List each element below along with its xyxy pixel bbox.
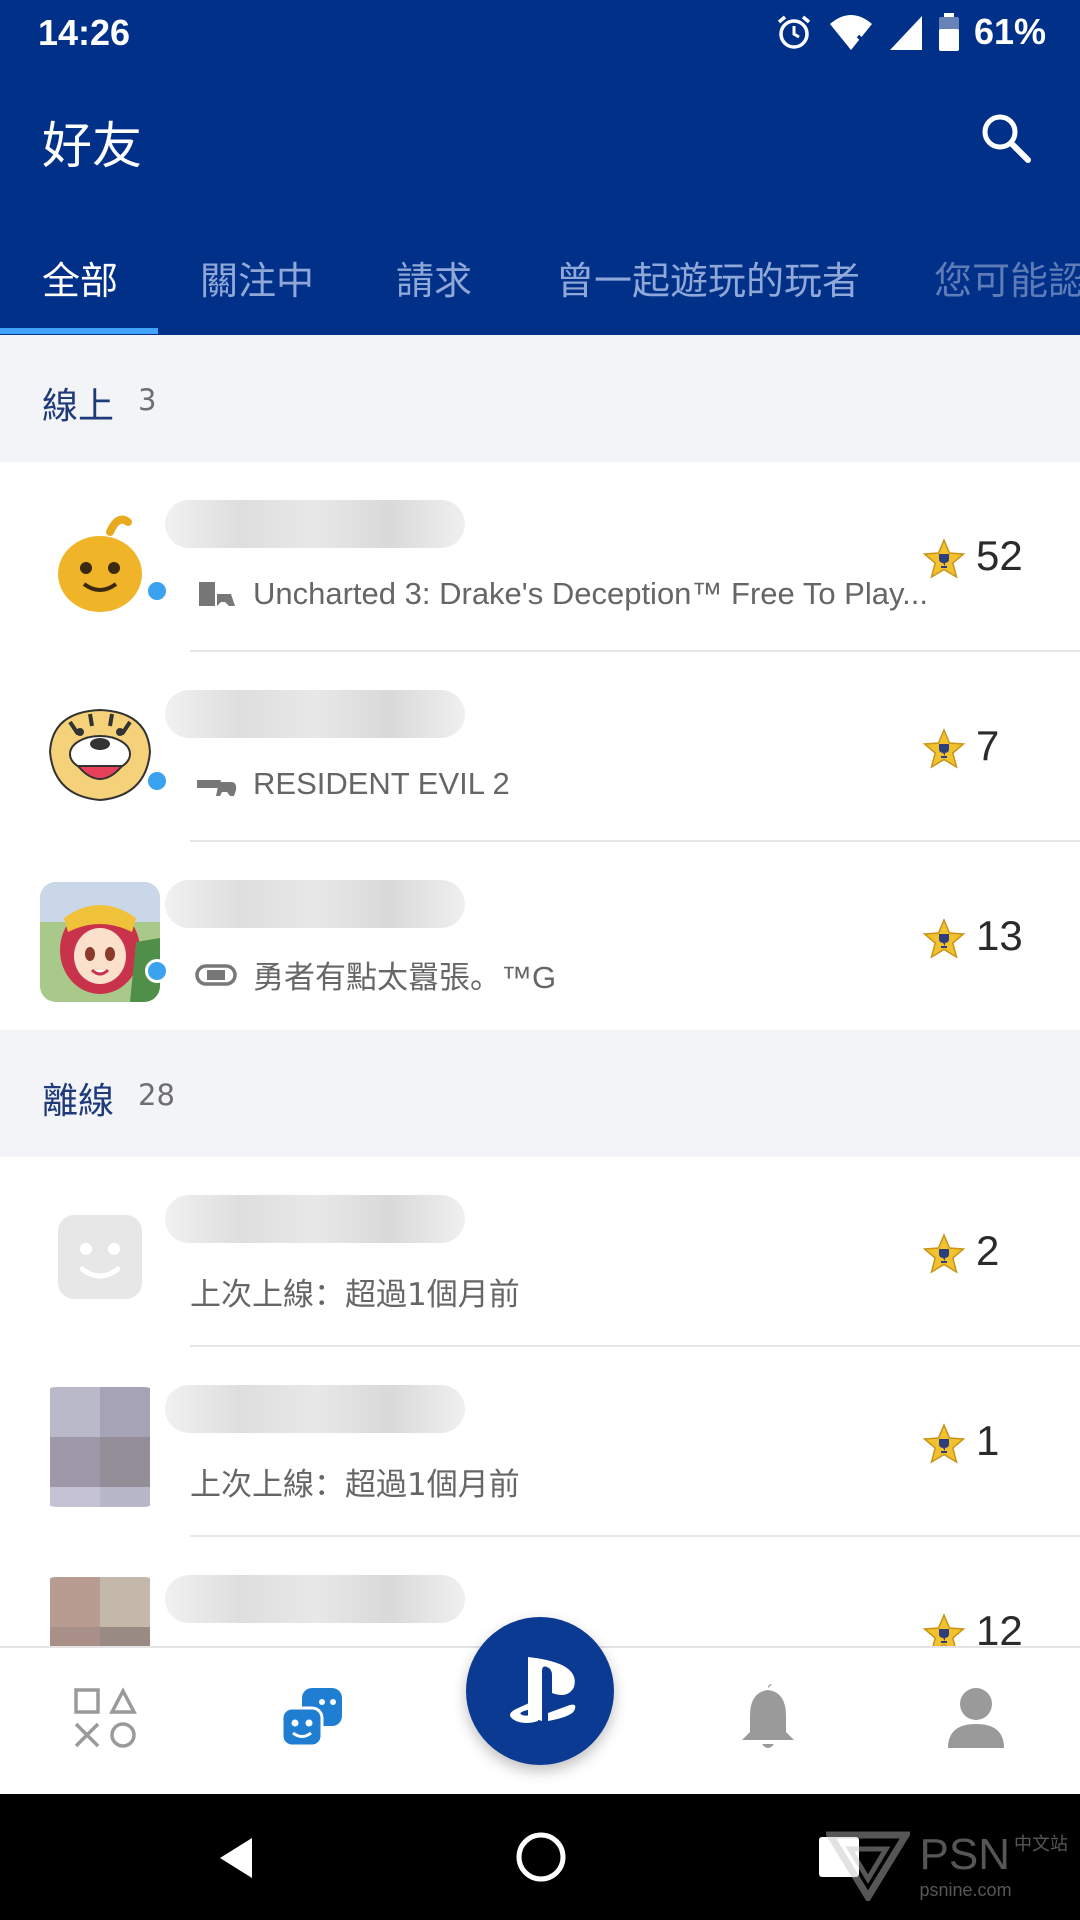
notifications-bell-icon[interactable] [728,1678,808,1758]
tab-bar: 全部 關注中 請求 曾一起遊玩的玩者 您可能認 [0,236,1080,335]
system-navigation-bar: PSN 中文站 psnine.com [0,1794,1080,1920]
trophy-level: 13 [976,912,1023,959]
username-redacted [165,1575,465,1623]
watermark-tag: 中文站 [1014,1834,1068,1854]
online-status-dot [145,959,169,983]
online-status-dot [145,769,169,793]
battery-percentage: 61% [973,11,1046,52]
trophy-level: 1 [976,1417,1000,1464]
trophy-star-icon [922,1423,966,1464]
vita-console-icon [195,964,237,986]
page-title: 好友 [42,117,142,175]
offline-count: 28 [138,1078,175,1112]
now-playing: RESIDENT EVIL 2 [195,762,510,806]
online-label: 線上 [42,386,115,427]
watermark-subtext: psnine.com [919,1880,1012,1900]
friend-row[interactable]: RESIDENT EVIL 2 7 [0,652,1080,842]
profile-icon[interactable] [936,1678,1016,1758]
status-icons: 61% [774,10,1046,54]
online-count: 3 [138,383,157,417]
friend-row[interactable]: Uncharted 3: Drake's Deception™ Free To … [0,462,1080,652]
friends-screen: 14:26 61% 好友 全部 關注中 請求 曾一起遊玩的玩者 您可能認 線上 … [0,0,1080,1920]
avatar [40,882,160,1002]
psnine-logo-icon [825,1831,910,1901]
tab-played-with[interactable]: 曾一起遊玩的玩者 [556,250,860,305]
avatar [40,692,160,812]
online-section-header: 線上 3 [0,335,1080,462]
now-playing: 勇者有點太囂張。™G [195,952,556,996]
playstation-shapes-icon[interactable] [64,1678,144,1758]
friend-row[interactable]: 上次上線：超過1個月前 2 [0,1157,1080,1347]
game-title: Uncharted 3: Drake's Deception™ Free To … [253,576,929,611]
avatar [40,1197,160,1317]
tab-suggested[interactable]: 您可能認 [934,250,1080,305]
friends-icon[interactable] [272,1678,352,1758]
watermark-text: PSN [919,1830,1010,1879]
tab-following[interactable]: 關注中 [200,250,314,305]
watermark: PSN 中文站 psnine.com [825,1830,1068,1901]
back-icon[interactable] [212,1834,260,1882]
home-icon[interactable] [514,1830,568,1884]
ps4-console-icon [197,780,237,796]
username-redacted [165,1195,465,1243]
game-title: 勇者有點太囂張。™G [253,959,557,995]
app-header: 14:26 61% 好友 全部 關注中 請求 曾一起遊玩的玩者 您可能認 [0,0,1080,335]
game-title: RESIDENT EVIL 2 [253,766,510,801]
offline-label: 離線 [42,1081,115,1122]
status-time: 14:26 [38,12,131,53]
username-redacted [165,690,465,738]
playstation-home-button[interactable] [466,1617,614,1765]
trophy-level: 7 [976,722,1000,769]
trophy-star-icon [922,1233,966,1274]
friend-row[interactable]: 上次上線：超過1個月前 1 [0,1347,1080,1537]
ps3-console-icon [199,582,235,606]
online-status-dot [145,579,169,603]
tab-requests[interactable]: 請求 [396,250,472,305]
last-seen: 上次上線：超過1個月前 [190,1467,520,1503]
trophy-star-icon [922,728,966,769]
friend-row[interactable]: 勇者有點太囂張。™G 13 [0,842,1080,1032]
battery-icon [938,13,959,51]
trophy-level: 52 [976,532,1023,579]
username-redacted [165,500,465,548]
avatar [40,502,160,622]
offline-section-header: 離線 28 [0,1030,1080,1157]
alarm-icon [777,15,811,49]
playstation-logo-icon [510,1657,576,1723]
avatar [40,1387,160,1507]
trophy-star-icon [922,538,966,579]
username-redacted [165,880,465,928]
last-seen: 上次上線：超過1個月前 [190,1277,520,1313]
now-playing: Uncharted 3: Drake's Deception™ Free To … [195,572,928,616]
tab-indicator [0,328,158,334]
signal-icon [889,16,922,50]
wifi-icon [829,15,872,50]
username-redacted [165,1385,465,1433]
trophy-star-icon [922,918,966,959]
search-icon[interactable] [976,108,1036,168]
tab-all[interactable]: 全部 [42,250,118,305]
trophy-level: 2 [976,1227,1000,1274]
